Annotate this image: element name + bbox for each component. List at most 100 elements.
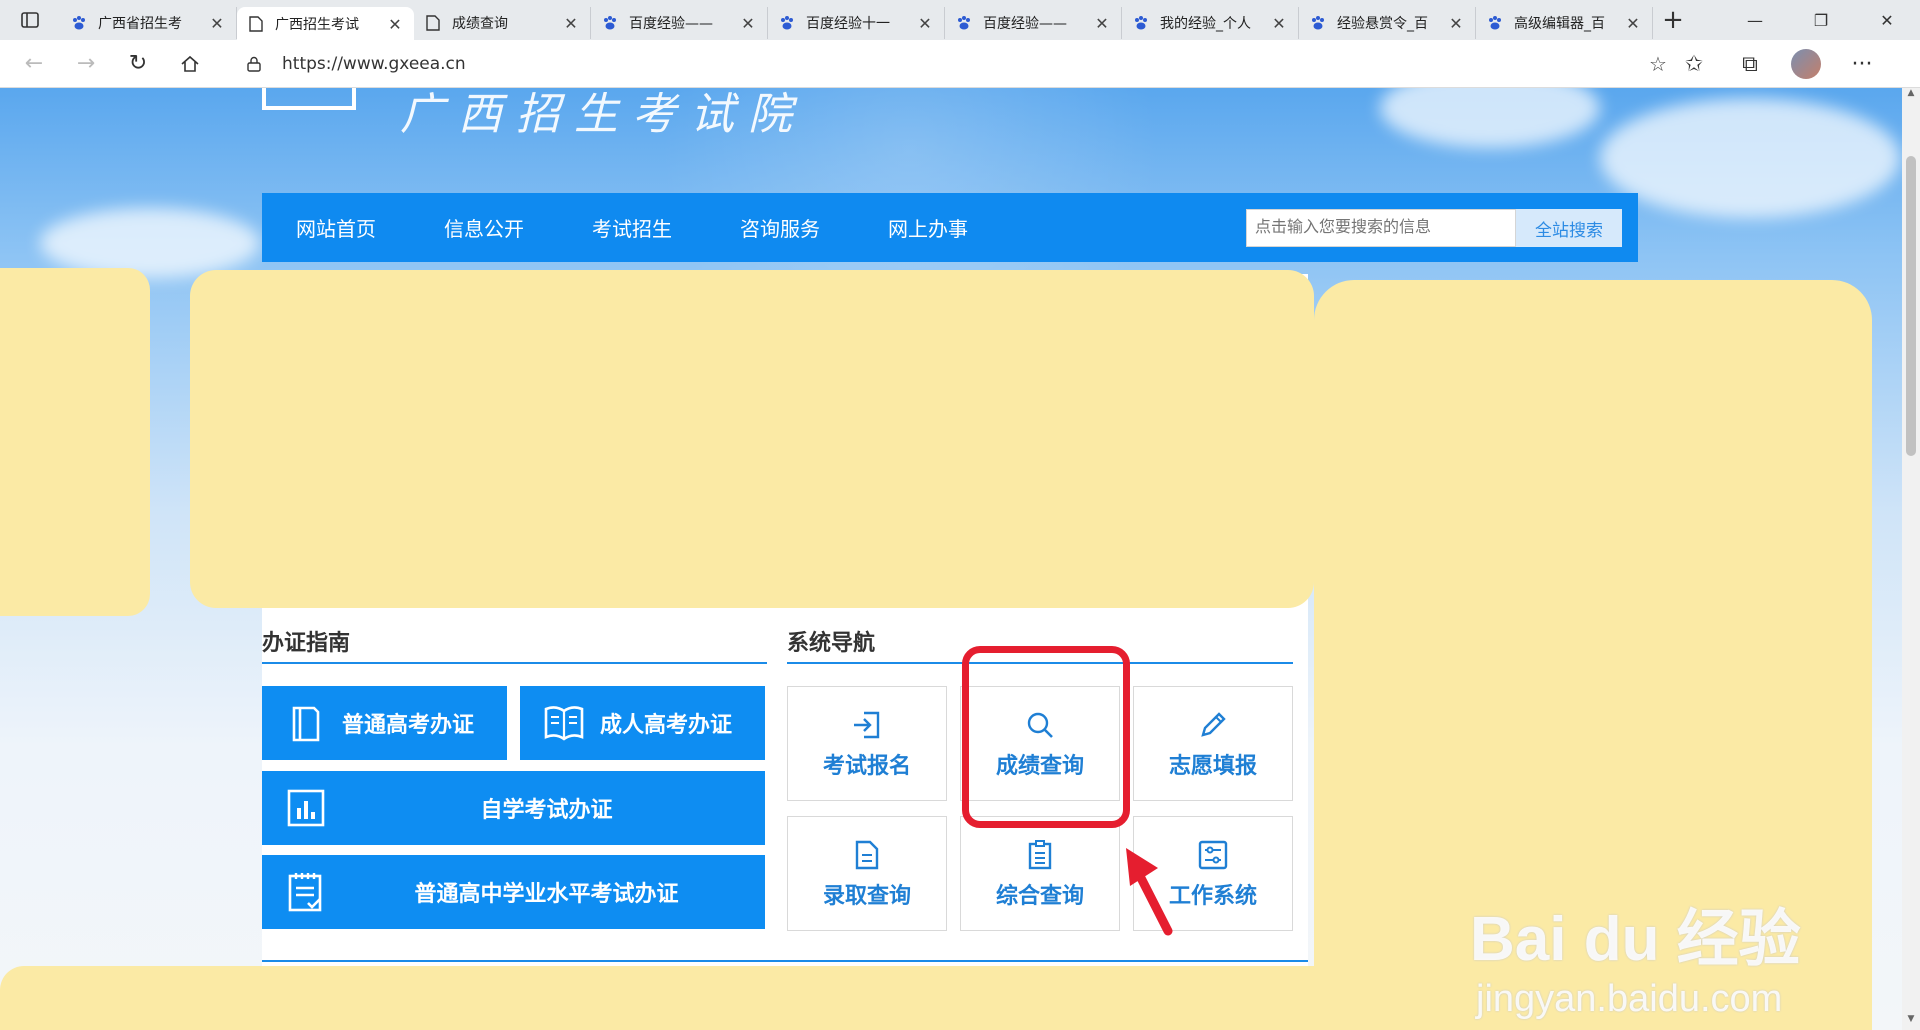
application-fill-tile[interactable]: 志愿填报 [1133, 686, 1293, 801]
baidu-watermark: Bai du 经验 jingyan.baidu.com [1470, 888, 1801, 1021]
redaction-banner [190, 270, 1314, 608]
tab-label: 经验悬赏令_百 [1337, 16, 1428, 32]
more-menu-icon[interactable]: ··· [1834, 40, 1890, 88]
tab-actions-icon[interactable] [0, 0, 60, 40]
watermark-bottom: jingyan.baidu.com [1476, 978, 1783, 1020]
address-bar[interactable]: https://www.gxeea.cn ☆ [236, 46, 1676, 82]
comprehensive-query-tile[interactable]: 综合查询 [960, 816, 1120, 931]
nav-item-online[interactable]: 网上办事 [888, 213, 968, 242]
nav-item-consult[interactable]: 咨询服务 [740, 213, 820, 242]
adult-exam-cert-button[interactable]: 成人高考办证 [520, 686, 765, 760]
pencil-icon [1196, 708, 1230, 742]
close-icon[interactable]: ✕ [1624, 14, 1642, 33]
site-logo-emblem[interactable] [262, 88, 356, 110]
baidu-paw-icon [1309, 14, 1327, 32]
nav-item-home[interactable]: 网站首页 [296, 213, 376, 242]
tab-3[interactable]: 百度经验—— ✕ [591, 7, 768, 39]
tab-2[interactable]: 成绩查询 ✕ [414, 7, 591, 39]
admission-query-tile[interactable]: 录取查询 [787, 816, 947, 931]
forward-icon[interactable]: → [60, 40, 112, 88]
avatar[interactable] [1791, 49, 1821, 79]
tab-4[interactable]: 百度经验十一 ✕ [768, 7, 945, 39]
clipboard-icon [284, 870, 328, 914]
baidu-paw-icon [955, 14, 973, 32]
page-viewport: 广西招生考试院 网站首页 信息公开 考试招生 咨询服务 网上办事 全站搜索 办证… [0, 88, 1902, 1030]
document-icon [850, 838, 884, 872]
sign-in-icon [850, 708, 884, 742]
cloud [1380, 88, 1600, 148]
annotation-arrow-icon [1126, 848, 1173, 936]
tab-0[interactable]: 广西省招生考 ✕ [60, 7, 237, 39]
exam-registration-tile[interactable]: 考试报名 [787, 686, 947, 801]
guide-underline [262, 662, 767, 664]
back-icon[interactable]: ← [8, 40, 60, 88]
restore-icon[interactable]: ❐ [1788, 0, 1854, 40]
page-scrollbar[interactable]: ▲ ▼ [1902, 88, 1920, 1030]
new-tab-button[interactable]: + [1653, 0, 1693, 40]
search-input[interactable] [1246, 209, 1516, 247]
watermark-top: Bai du 经验 [1470, 905, 1801, 974]
nav-item-info[interactable]: 信息公开 [444, 213, 524, 242]
gaokao-cert-button[interactable]: 普通高考办证 [262, 686, 507, 760]
tile-label: 综合查询 [995, 883, 1084, 909]
redaction-left [0, 268, 150, 616]
close-icon[interactable]: ✕ [1270, 14, 1288, 33]
collections-icon[interactable]: ⧉ [1722, 40, 1778, 88]
tab-label: 百度经验十一 [806, 16, 890, 32]
favorites-icon[interactable]: ✩ [1666, 40, 1722, 88]
window-controls: — ❐ ✕ [1722, 0, 1920, 40]
site-logo-text[interactable]: 广西招生考试院 [400, 88, 806, 142]
redaction-bottom [0, 966, 1340, 1030]
close-window-icon[interactable]: ✕ [1854, 0, 1920, 40]
close-icon[interactable]: ✕ [1447, 14, 1465, 33]
chart-icon [284, 786, 328, 830]
tab-label: 成绩查询 [452, 16, 508, 32]
nav-item-exams[interactable]: 考试招生 [592, 213, 672, 242]
cloud [1600, 98, 1900, 218]
button-label: 成人高考办证 [600, 713, 733, 738]
scroll-thumb[interactable] [1906, 156, 1916, 456]
url-text[interactable]: https://www.gxeea.cn [282, 54, 466, 74]
close-icon[interactable]: ✕ [1093, 14, 1111, 33]
close-icon[interactable]: ✕ [562, 14, 580, 33]
button-label: 普通高中学业水平考试办证 [414, 882, 679, 907]
baidu-paw-icon [778, 14, 796, 32]
guide-title: 办证指南 [262, 631, 351, 656]
refresh-icon[interactable]: ↻ [112, 40, 164, 88]
academic-level-cert-button[interactable]: 普通高中学业水平考试办证 [262, 855, 765, 929]
annotation-highlight [962, 646, 1130, 828]
close-icon[interactable]: ✕ [739, 14, 757, 33]
site-search: 全站搜索 [1246, 209, 1622, 247]
main-nav: 网站首页 信息公开 考试招生 咨询服务 网上办事 全站搜索 [262, 193, 1638, 262]
tab-label: 高级编辑器_百 [1514, 16, 1605, 32]
minimize-icon[interactable]: — [1722, 0, 1788, 40]
close-icon[interactable]: ✕ [916, 14, 934, 33]
search-button[interactable]: 全站搜索 [1516, 209, 1622, 247]
home-icon[interactable] [164, 40, 216, 88]
baidu-paw-icon [1132, 14, 1150, 32]
scroll-up-icon[interactable]: ▲ [1902, 88, 1920, 104]
tile-label: 工作系统 [1168, 883, 1257, 909]
clipboard-list-icon [1023, 838, 1057, 872]
close-icon[interactable]: ✕ [208, 14, 226, 33]
tab-strip: 广西省招生考 ✕ 广西招生考试 ✕ 成绩查询 ✕ 百度经验—— ✕ 百度经验十一… [0, 0, 1920, 41]
button-label: 普通高考办证 [342, 713, 475, 738]
tab-8[interactable]: 高级编辑器_百 ✕ [1476, 7, 1653, 39]
tab-label: 百度经验—— [983, 16, 1067, 32]
toolbar-right: ✩ ⧉ ··· [1666, 40, 1890, 88]
system-nav-title: 系统导航 [787, 631, 876, 656]
tab-5[interactable]: 百度经验—— ✕ [945, 7, 1122, 39]
lock-icon[interactable] [236, 56, 272, 72]
scroll-down-icon[interactable]: ▼ [1902, 1014, 1920, 1030]
close-icon[interactable]: ✕ [386, 15, 404, 34]
tab-7[interactable]: 经验悬赏令_百 ✕ [1299, 7, 1476, 39]
button-label: 自学考试办证 [480, 798, 613, 823]
self-study-cert-button[interactable]: 自学考试办证 [262, 771, 765, 845]
tab-label: 我的经验_个人 [1160, 16, 1251, 32]
tab-6[interactable]: 我的经验_个人 ✕ [1122, 7, 1299, 39]
page-icon [424, 14, 442, 32]
settings-sliders-icon [1196, 838, 1230, 872]
tab-label: 广西招生考试 [275, 17, 359, 33]
tile-label: 考试报名 [822, 753, 911, 779]
tab-1[interactable]: 广西招生考试 ✕ [237, 7, 414, 41]
